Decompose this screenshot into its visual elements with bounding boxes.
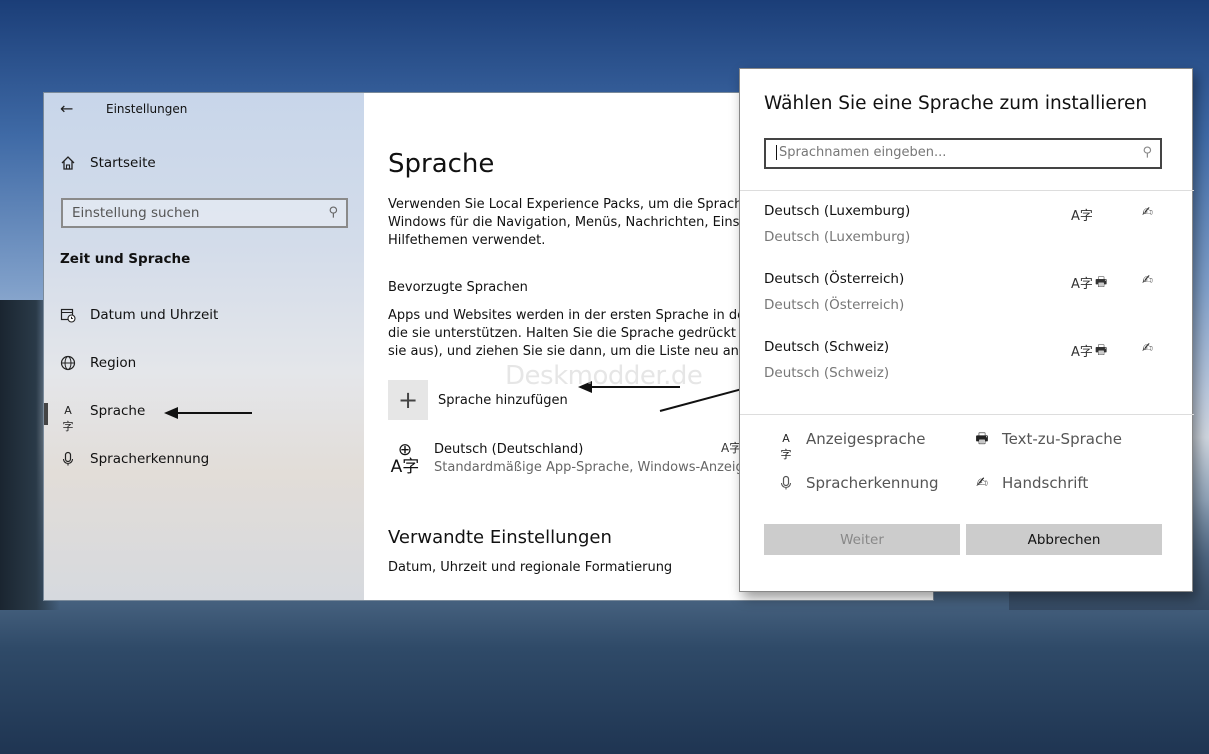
- add-language-label: Sprache hinzufügen: [438, 392, 568, 408]
- nav-home-label: Startseite: [90, 155, 156, 171]
- section-title: Zeit und Sprache: [60, 251, 191, 267]
- language-native-name: Deutsch (Luxemburg): [764, 229, 911, 245]
- related-settings-heading: Verwandte Einstellungen: [388, 527, 612, 548]
- settings-search-input[interactable]: Einstellung suchen ⚲: [61, 198, 348, 228]
- dialog-title: Wählen Sie eine Sprache zum installieren: [764, 93, 1148, 114]
- handwriting-icon: ✍: [1142, 341, 1153, 356]
- sidebar-item-label: Datum und Uhrzeit: [90, 307, 219, 323]
- sidebar-item-language[interactable]: A字 Sprache: [60, 403, 146, 433]
- plus-icon: +: [388, 380, 428, 420]
- language-native-name: Deutsch (Schweiz): [764, 365, 890, 381]
- sidebar-item-label: Sprache: [90, 403, 146, 419]
- settings-search-placeholder: Einstellung suchen: [72, 205, 200, 221]
- calendar-clock-icon: [60, 307, 76, 323]
- legend-label: Spracherkennung: [806, 474, 939, 492]
- sidebar-item-date-time[interactable]: Datum und Uhrzeit: [60, 307, 218, 323]
- sidebar-item-speech[interactable]: Spracherkennung: [60, 451, 209, 467]
- list-item[interactable]: Deutsch (Luxemburg) Deutsch (Luxemburg) …: [764, 203, 1174, 263]
- legend-handwriting: ✍ Handschrift: [974, 474, 1088, 492]
- installed-language-item[interactable]: ⊕ A字 Deutsch (Deutschland) Standardmäßige…: [388, 442, 752, 476]
- title-bar: ← Einstellungen: [44, 93, 364, 127]
- language-pack-icon: ⊕ A字: [390, 440, 420, 477]
- annotation-arrowhead-sidebar: [164, 407, 178, 419]
- installed-language-name: Deutsch (Deutschland): [434, 442, 584, 457]
- language-list[interactable]: Deutsch (Luxemburg) Deutsch (Luxemburg) …: [740, 191, 1194, 414]
- list-item[interactable]: Deutsch (Schweiz) Deutsch (Schweiz) A字 🖶…: [764, 339, 1174, 399]
- back-arrow-icon[interactable]: ←: [60, 99, 73, 118]
- sidebar: ← Einstellungen Startseite Einstellung s…: [44, 93, 364, 600]
- search-icon: ⚲: [1142, 145, 1152, 160]
- text-to-speech-icon: 🖶: [1095, 275, 1108, 290]
- app-title: Einstellungen: [106, 102, 188, 116]
- page-title: Sprache: [388, 149, 495, 179]
- handwriting-icon: ✍: [1142, 273, 1153, 288]
- legend-text-to-speech: 🖶 Text-zu-Sprache: [974, 430, 1122, 448]
- divider: [740, 414, 1194, 415]
- legend-display-language: A字 Anzeigesprache: [778, 430, 926, 461]
- language-search-placeholder: Sprachnamen eingeben...: [779, 145, 947, 160]
- sidebar-item-label: Region: [90, 355, 137, 371]
- add-language-dialog: Wählen Sie eine Sprache zum installieren…: [739, 68, 1194, 592]
- text-caret: [776, 145, 777, 160]
- related-settings-link[interactable]: Datum, Uhrzeit und regionale Formatierun…: [388, 560, 672, 575]
- display-language-icon: A字: [1071, 277, 1093, 292]
- text-to-speech-icon: 🖶: [975, 431, 989, 447]
- search-icon: ⚲: [328, 205, 338, 220]
- language-icon: A字: [62, 404, 74, 433]
- annotation-arrow-sidebar: [176, 412, 252, 414]
- language-native-name: Deutsch (Österreich): [764, 297, 905, 313]
- language-name: Deutsch (Österreich): [764, 271, 905, 287]
- display-language-icon: A字: [780, 432, 792, 461]
- next-button[interactable]: Weiter: [764, 524, 960, 555]
- language-name: Deutsch (Luxemburg): [764, 203, 911, 219]
- list-item[interactable]: Deutsch (Österreich) Deutsch (Österreich…: [764, 271, 1174, 331]
- sidebar-item-label: Spracherkennung: [90, 451, 210, 467]
- preferred-languages-heading: Bevorzugte Sprachen: [388, 280, 528, 295]
- microphone-icon: [60, 451, 76, 467]
- sidebar-item-region[interactable]: Region: [60, 355, 136, 371]
- cancel-button[interactable]: Abbrechen: [966, 524, 1162, 555]
- display-language-icon: A字: [1071, 345, 1093, 360]
- language-search-input[interactable]: Sprachnamen eingeben... ⚲: [764, 138, 1162, 169]
- home-icon: [60, 155, 76, 171]
- feature-legend: A字 Anzeigesprache 🖶 Text-zu-Sprache Spra…: [740, 422, 1194, 512]
- text-to-speech-icon: 🖶: [1095, 343, 1108, 358]
- microphone-icon: [778, 475, 794, 491]
- installed-language-subtitle: Standardmäßige App-Sprache, Windows-Anze…: [434, 460, 752, 475]
- legend-label: Anzeigesprache: [806, 430, 926, 448]
- legend-speech-recognition: Spracherkennung: [778, 474, 938, 492]
- watermark: Deskmodder.de: [505, 361, 703, 391]
- handwriting-icon: ✍: [976, 475, 988, 491]
- handwriting-icon: ✍: [1142, 205, 1153, 220]
- nav-home[interactable]: Startseite: [60, 155, 156, 171]
- globe-icon: [60, 355, 76, 371]
- language-name: Deutsch (Schweiz): [764, 339, 890, 355]
- legend-label: Handschrift: [1002, 474, 1089, 492]
- display-language-icon: A字: [1071, 209, 1093, 224]
- selected-indicator: [44, 403, 48, 425]
- legend-label: Text-zu-Sprache: [1002, 430, 1122, 448]
